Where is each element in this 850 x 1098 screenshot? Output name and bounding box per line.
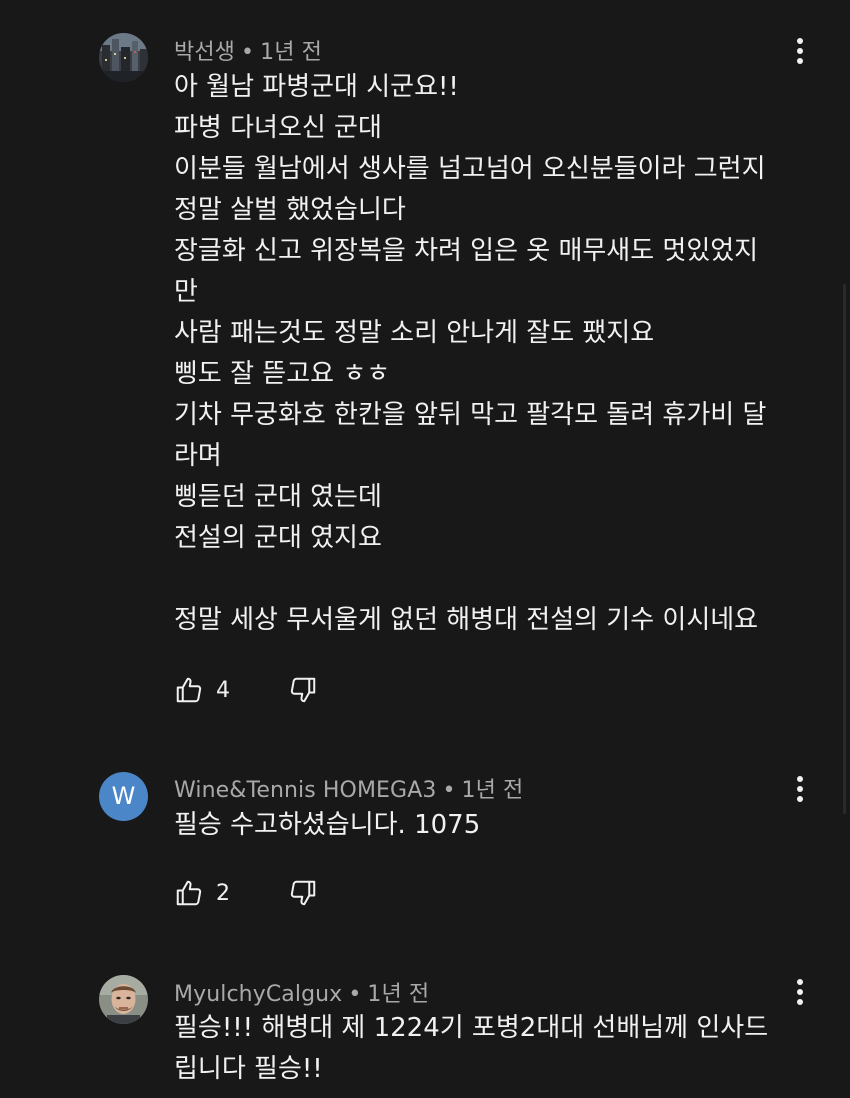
comment-text-line: 장글화 신고 위장복을 차려 입은 옷 매무새도 멋있었지 — [174, 236, 759, 266]
avatar-letter: W — [111, 782, 136, 810]
comment-text-line: 만 — [174, 277, 198, 307]
comment-text: 필승 수고하셨습니다. 1075 — [174, 805, 794, 846]
comment-text-line: 전설의 군대 였지요 — [174, 523, 382, 553]
comment-author[interactable]: 박선생 — [174, 40, 235, 65]
comment-meta: 박선생 • 1년 전 — [174, 34, 322, 66]
meta-separator: • — [241, 40, 255, 65]
thumbs-down-icon — [290, 880, 316, 906]
comment-time[interactable]: 1년 전 — [462, 778, 524, 803]
comment-text-line: 기차 무궁화호 한칸을 앞뒤 막고 팔각모 돌려 휴가비 달 — [174, 400, 767, 430]
dislike-button[interactable] — [288, 674, 318, 706]
comment-text-line: 정말 살벌 했었습니다 — [174, 195, 406, 225]
comment-time[interactable]: 1년 전 — [367, 982, 429, 1007]
thumbs-up-icon — [176, 677, 202, 703]
avatar[interactable] — [99, 975, 148, 1024]
comment-author[interactable]: MyulchyCalgux — [174, 982, 342, 1007]
comment-text-line: 필승!!! 해병대 제 1224기 포병2대대 선배님께 인사드 — [174, 1013, 769, 1043]
like-button[interactable]: 4 — [174, 674, 230, 706]
avatar[interactable]: W — [99, 772, 148, 821]
comment-author[interactable]: Wine&Tennis HOMEGA3 — [174, 778, 436, 803]
comment-text-line: 아 월남 파병군대 시군요!! — [174, 72, 459, 102]
city-photo-avatar-icon — [99, 33, 148, 82]
thumbs-down-icon — [290, 677, 316, 703]
more-options-button[interactable] — [788, 976, 812, 1008]
comments-page: 박선생 • 1년 전 아 월남 파병군대 시군요!! 파병 다녀오신 군대 이분들 … — [0, 0, 850, 1098]
scrollbar-thumb[interactable] — [843, 284, 846, 814]
more-options-button[interactable] — [788, 35, 812, 67]
like-count: 4 — [216, 677, 230, 703]
face-photo-avatar-icon — [99, 975, 148, 1024]
comment-meta: Wine&Tennis HOMEGA3 • 1년 전 — [174, 772, 523, 804]
comment-text: 아 월남 파병군대 시군요!! 파병 다녀오신 군대 이분들 월남에서 생사를 … — [174, 67, 794, 641]
more-options-button[interactable] — [788, 773, 812, 805]
comment-text-line: 라며 — [174, 441, 222, 471]
comment-text-line: 립니다 필승!! — [174, 1054, 323, 1084]
comment-text-line: 이분들 월남에서 생사를 넘고넘어 오신분들이라 그런지 — [174, 154, 766, 184]
dislike-button[interactable] — [288, 877, 318, 909]
meta-separator: • — [442, 778, 456, 803]
comment-meta: MyulchyCalgux • 1년 전 — [174, 976, 429, 1008]
comment-text-line: 사람 패는것도 정말 소리 안나게 잘도 팼지요 — [174, 318, 655, 348]
comment-text-line: 정말 세상 무서울게 없던 해병대 전설의 기수 이시네요 — [174, 605, 759, 635]
comment-text-line: 삥도 잘 뜯고요 ㅎㅎ — [174, 359, 391, 389]
like-count: 2 — [216, 880, 230, 906]
comment-text: 필승!!! 해병대 제 1224기 포병2대대 선배님께 인사드 립니다 필승!… — [174, 1008, 794, 1090]
comment-text-line: 필승 수고하셨습니다. 1075 — [174, 810, 481, 840]
meta-separator: • — [348, 982, 362, 1007]
comment-time[interactable]: 1년 전 — [260, 40, 322, 65]
comment-text-line: 파병 다녀오신 군대 — [174, 113, 382, 143]
avatar[interactable] — [99, 33, 148, 82]
comment-text-line: 삥듣던 군대 였는데 — [174, 482, 382, 512]
like-button[interactable]: 2 — [174, 877, 230, 909]
comment-text-line — [174, 559, 794, 600]
thumbs-up-icon — [176, 880, 202, 906]
